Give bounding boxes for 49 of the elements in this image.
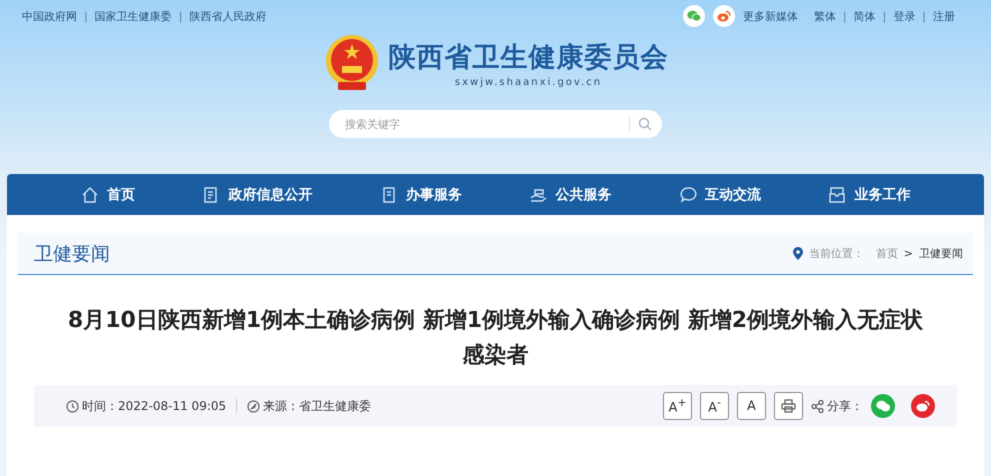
- link-separator: |: [882, 10, 886, 22]
- print-button[interactable]: [774, 392, 803, 420]
- compass-icon: [247, 400, 260, 412]
- font-size-button[interactable]: A$^{-}$: [700, 392, 729, 420]
- weibo-share-button[interactable]: [911, 394, 935, 418]
- home-icon: [80, 186, 99, 204]
- article-source: 来源：省卫生健康委: [263, 398, 372, 414]
- link-separator: |: [922, 10, 926, 22]
- top-link[interactable]: 陕西省人民政府: [189, 8, 266, 24]
- printer-icon: [781, 399, 796, 413]
- nav-item[interactable]: 公共服务: [529, 186, 612, 204]
- location-label: 当前位置：: [808, 246, 864, 261]
- search-field[interactable]: 搜索关键字: [329, 110, 662, 138]
- publish-time: 时间：2022-08-11 09:05: [82, 398, 226, 414]
- link-separator: |: [178, 10, 182, 22]
- article-title: 8月10日陕西新增1例本土确诊病例 新增1例境外输入确诊病例 新增2例境外输入无症状感染者: [66, 306, 924, 370]
- top-link[interactable]: 登录: [893, 8, 916, 24]
- share-icon: [811, 400, 824, 412]
- top-link[interactable]: 国家卫生健康委: [94, 8, 172, 24]
- top-link[interactable]: 中国政府网: [22, 8, 77, 24]
- weibo-icon[interactable]: [712, 5, 735, 27]
- site-domain: sxwjw.shaanxi.gov.cn: [454, 76, 604, 88]
- breadcrumb-separator: >: [904, 247, 913, 260]
- wechat-share-button[interactable]: [871, 394, 895, 418]
- top-link[interactable]: 繁体: [814, 8, 836, 24]
- wechat-icon: [876, 400, 890, 412]
- font-size-button[interactable]: A$^{+}$: [663, 392, 692, 420]
- breadcrumb-link[interactable]: 卫健要闻: [919, 246, 963, 261]
- nav-item[interactable]: 互动交流: [678, 186, 761, 204]
- clock-icon: [66, 400, 79, 412]
- font-size-button[interactable]: A: [737, 392, 766, 420]
- top-link[interactable]: 简体: [854, 8, 876, 24]
- search-icon[interactable]: [638, 117, 652, 131]
- nav-item[interactable]: 办事服务: [380, 186, 462, 204]
- nav-item[interactable]: 政府信息公开: [202, 186, 312, 204]
- link-separator: |: [842, 10, 847, 22]
- top-link[interactable]: 注册: [933, 8, 955, 24]
- nav-item[interactable]: 首页: [80, 186, 135, 204]
- inbox-icon: [828, 186, 846, 204]
- site-title: 陕西省卫生健康委员会: [388, 40, 668, 74]
- more-media-link[interactable]: 更多新媒体: [742, 8, 798, 24]
- link-separator: |: [84, 10, 88, 22]
- weibo-icon: [916, 400, 930, 412]
- nav-item[interactable]: 业务工作: [828, 186, 910, 204]
- chat-icon: [678, 186, 697, 204]
- wechat-icon[interactable]: [682, 5, 705, 27]
- section-title: 卫健要闻: [34, 242, 110, 266]
- share-label: 分享：: [827, 398, 863, 414]
- location-pin-icon: [792, 247, 803, 260]
